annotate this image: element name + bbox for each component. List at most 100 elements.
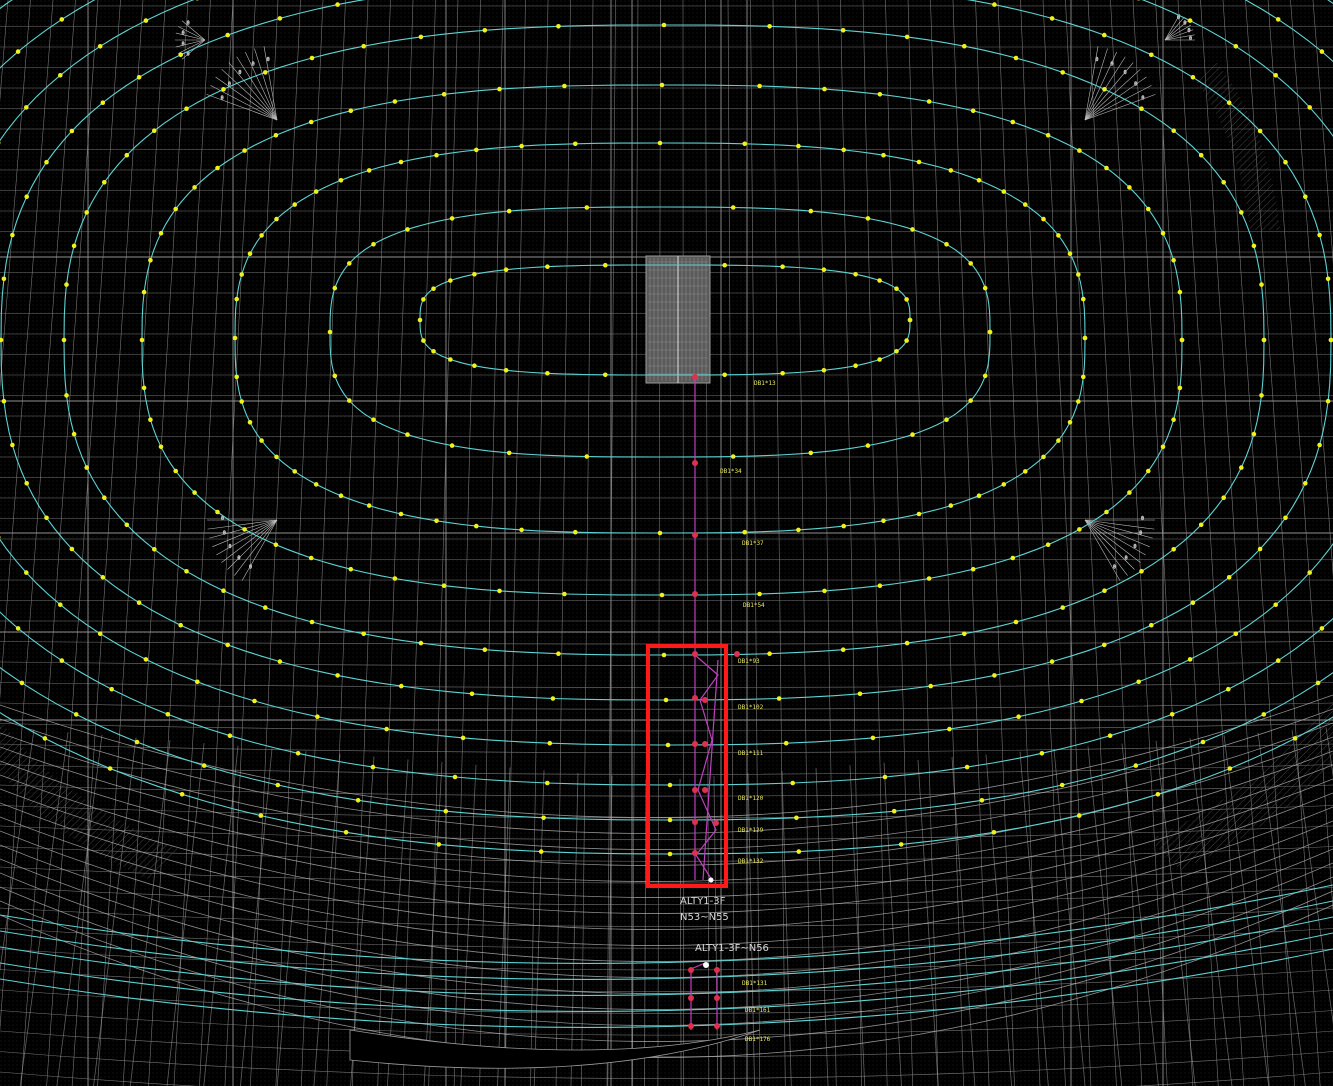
contour-node	[865, 216, 871, 221]
contour-node	[1187, 657, 1193, 662]
contour-node	[399, 683, 404, 689]
fan-label: 0	[237, 556, 240, 562]
contour-node	[1259, 282, 1264, 287]
fan-label: 0	[1113, 564, 1116, 570]
contour-node	[1227, 766, 1233, 771]
contour-node	[109, 686, 114, 692]
row-label: DB1*132	[738, 858, 764, 865]
route-node	[688, 995, 694, 1001]
contour-node	[1056, 233, 1061, 238]
contour-node	[61, 337, 67, 343]
contour-node	[767, 24, 772, 29]
contour-node	[1146, 206, 1151, 212]
contour-node	[780, 371, 785, 376]
fan-label: 0	[252, 62, 255, 68]
contour-node	[24, 194, 30, 199]
route-node	[692, 850, 698, 856]
fan-label: 0	[1134, 82, 1137, 88]
contour-node	[309, 619, 315, 625]
contour-node	[562, 591, 567, 597]
contour-node	[948, 503, 954, 508]
contour-node	[136, 75, 142, 80]
contour-node	[225, 32, 230, 38]
contour-node	[910, 432, 915, 437]
contour-node	[42, 736, 48, 741]
contour-node	[926, 99, 932, 104]
contour-node	[730, 454, 736, 459]
contour-node	[472, 363, 477, 369]
contour-node	[1082, 335, 1088, 341]
route-node	[703, 962, 709, 968]
contour-node	[562, 83, 567, 89]
contour-node	[1257, 546, 1263, 552]
contour-node	[472, 272, 477, 277]
contour-node	[1198, 522, 1204, 528]
contour-node	[584, 205, 590, 210]
fan-label: 0	[1133, 544, 1136, 550]
fan-label: 0	[187, 21, 190, 27]
contour-node	[71, 431, 77, 437]
contour-node	[469, 691, 475, 697]
contour-node	[1102, 32, 1107, 38]
contour-node	[1190, 75, 1196, 80]
contour-node	[225, 642, 230, 648]
contour-node	[841, 523, 846, 529]
contour-node	[1200, 739, 1206, 745]
contour-node	[152, 547, 157, 552]
cad-drawing-canvas[interactable]: 0000000000000000000000000000 DB1*13DB1*3…	[0, 0, 1333, 1086]
contour-node	[313, 189, 319, 194]
route-node	[702, 697, 708, 703]
route-node	[692, 787, 698, 793]
fan-label: 0	[1110, 62, 1113, 68]
contour-node	[928, 683, 933, 689]
contour-node	[474, 523, 479, 529]
contour-node	[273, 133, 279, 138]
contour-node	[19, 680, 25, 686]
contour-node	[1104, 509, 1109, 515]
contour-node	[474, 147, 479, 153]
contour-node	[926, 576, 932, 581]
contour-node	[431, 349, 436, 354]
contour-node	[332, 373, 338, 379]
contour-node	[894, 349, 899, 354]
contour-node	[659, 82, 665, 88]
contour-node	[24, 481, 30, 486]
fan-label: 0	[249, 564, 252, 570]
contour-node	[1190, 600, 1196, 605]
contour-node	[506, 208, 512, 214]
contour-node	[1045, 542, 1051, 547]
route-node	[692, 532, 698, 538]
contour-node	[247, 420, 253, 425]
contour-node	[1076, 813, 1082, 818]
contour-node	[840, 647, 846, 652]
contour-node	[1325, 398, 1331, 404]
contour-node	[722, 372, 727, 378]
contour-node	[247, 251, 253, 256]
contour-node	[335, 2, 340, 7]
contour-node	[24, 105, 29, 110]
contour-node	[870, 735, 876, 741]
contour-node	[497, 86, 502, 92]
contour-node	[221, 87, 226, 92]
contour-node	[392, 576, 398, 581]
fan-label: 0	[1188, 28, 1191, 34]
contour-node	[1292, 736, 1298, 741]
contour-node	[962, 43, 967, 49]
contour-node	[1001, 189, 1007, 194]
contour-node	[944, 417, 949, 423]
contour-node	[234, 374, 239, 380]
contour-node	[417, 317, 423, 323]
contour-node	[1, 398, 7, 404]
contour-node	[840, 28, 846, 33]
fan-label: 0	[229, 544, 232, 550]
contour-node	[603, 262, 608, 268]
contour-node	[1077, 527, 1082, 532]
contour-node	[124, 152, 130, 158]
contour-node	[1139, 106, 1144, 111]
contour-node	[497, 588, 502, 594]
contour-node	[371, 417, 376, 423]
contour-node	[64, 393, 69, 398]
contour-node	[659, 592, 665, 598]
contour-node	[355, 798, 361, 803]
contour-node	[1149, 52, 1154, 58]
